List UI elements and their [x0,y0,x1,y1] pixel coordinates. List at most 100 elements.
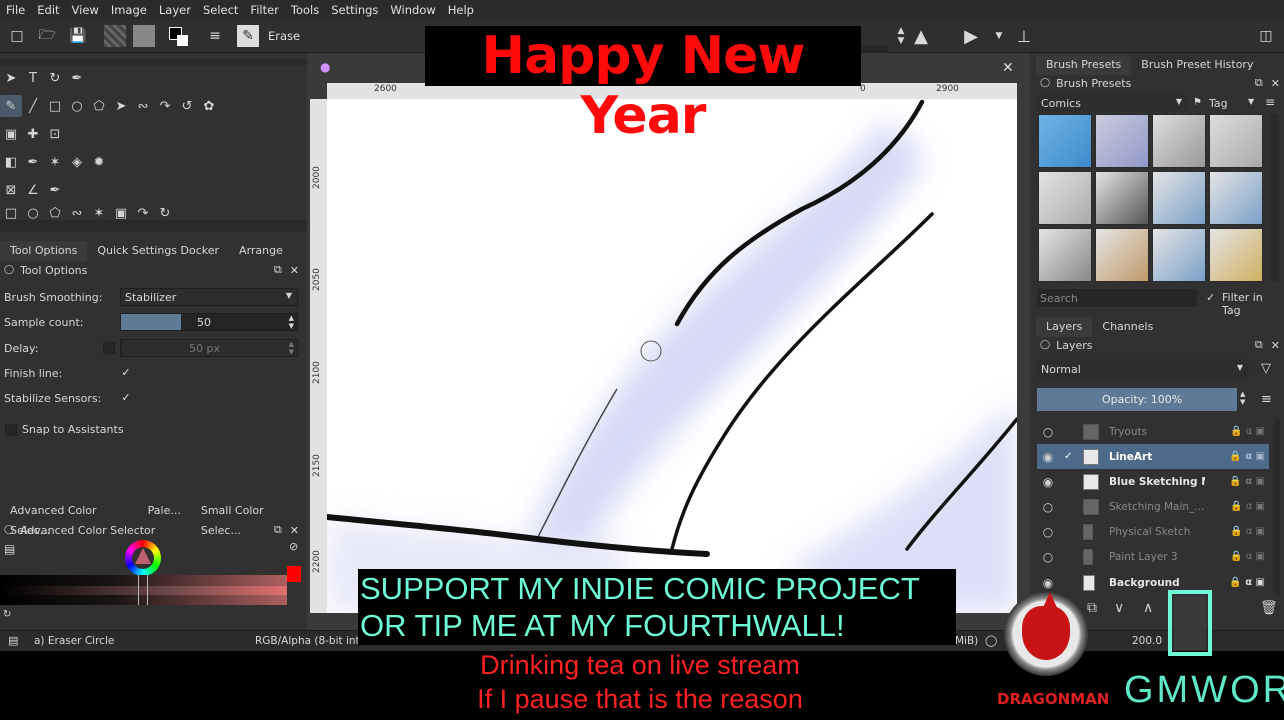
hidden-eye-icon[interactable]: ○ [1037,550,1059,564]
bezier-select-icon[interactable]: ↷ [132,207,154,219]
visible-eye-icon[interactable]: ◉ [1037,576,1059,590]
assistant-tool-icon[interactable]: ⊠ [0,179,22,201]
layer-row[interactable]: ◉ Background 🔒 α ▣ [1037,570,1269,595]
hidden-eye-icon[interactable]: ○ [1037,425,1059,439]
float-docker-icon[interactable]: ⧉ [274,263,282,277]
delay-checkbox[interactable] [103,342,115,354]
tab-small-color[interactable]: Small Color Selec... [191,501,307,537]
enclose-fill-icon[interactable]: ✹ [88,151,110,173]
freehand-brush-icon[interactable]: ✎ [0,95,22,117]
hidden-eye-icon[interactable]: ○ [1037,500,1059,514]
float-docker-icon[interactable]: ⧉ [274,523,282,537]
filter-icon[interactable]: ▽ [1261,361,1271,376]
brush-hatch-tile[interactable] [1152,171,1206,225]
freehand-path-icon[interactable]: ↷ [154,95,176,117]
menu-tools[interactable]: Tools [285,0,325,20]
menu-icon[interactable]: ≡ [1265,95,1275,109]
poly-select-icon[interactable]: ⬠ [44,207,66,219]
blend-mode-select[interactable]: Normal ▼ [1037,359,1249,379]
rectangle-tool-icon[interactable]: □ [44,95,66,117]
rotation-icon[interactable]: ◯ [985,634,997,647]
menu-file[interactable]: File [0,0,31,20]
hidden-eye-icon[interactable]: ○ [1037,525,1059,539]
dynamic-brush-icon[interactable]: ↺ [176,95,198,117]
close-docker-icon[interactable]: ✕ [290,524,299,537]
fg-bg-color-icon[interactable] [167,25,189,47]
chevron-down-icon[interactable]: ▼ [1248,97,1254,106]
opacity-slider[interactable]: Opacity: 100% [1037,388,1237,411]
pattern-swatch-icon[interactable] [133,25,155,47]
workspace-icon[interactable]: ◫ [1255,25,1277,47]
brush-pen-tile[interactable] [1209,228,1263,282]
drawing-canvas[interactable] [327,99,1017,613]
bezier-tool-icon[interactable]: ∾ [132,95,154,117]
brush-marker-tile[interactable] [1095,171,1149,225]
smart-patch-icon[interactable]: ✶ [44,151,66,173]
layers-scrollbar[interactable] [1274,419,1280,595]
tab-brush-history[interactable]: Brush Preset History [1131,55,1263,75]
layer-row[interactable]: ◉ Blue Sketching M... 🔒 α ▣ [1037,469,1269,494]
brush-ink-tile[interactable] [1038,171,1092,225]
stabilize-sensors-checkbox[interactable]: ✓ [120,392,132,404]
delete-layer-icon[interactable]: 🗑 [1260,600,1278,616]
layer-row[interactable]: ○ Tryouts 🔒 α ▣ [1037,419,1269,444]
float-docker-icon[interactable]: ⧉ [1255,76,1263,90]
open-folder-icon[interactable]: 🗁 [36,25,58,47]
layer-row-selected[interactable]: ◉ ✓ LineArt 🔒 α ▣ [1037,444,1269,469]
spin-arrows-icon[interactable]: ▲ ▼ [1240,390,1245,406]
close-docker-icon[interactable]: ✕ [1271,77,1280,90]
select-shapes-icon[interactable]: ➤ [0,67,22,89]
tag-button[interactable]: Tag [1209,97,1228,110]
multibrush-icon[interactable]: ✿ [198,95,220,117]
collapse-icon[interactable]: ◯ [1040,78,1050,88]
crop-tool-icon[interactable]: ⊡ [44,123,66,145]
collapse-icon[interactable]: ◯ [4,265,14,275]
close-docker-icon[interactable]: ✕ [1271,339,1280,352]
close-document-icon[interactable]: ✕ [1002,60,1014,76]
tab-quick-settings[interactable]: Quick Settings Docker [87,241,229,261]
freehand-select-icon[interactable]: ∾ [66,207,88,219]
brush-pencil-blue-tile[interactable] [1095,114,1149,168]
move-down-icon[interactable]: ∨ [1114,600,1124,616]
brush-pencil-blue2-tile[interactable] [1152,228,1206,282]
duplicate-layer-icon[interactable]: ⧉ [1087,600,1097,616]
move-tool-icon[interactable]: ✚ [22,123,44,145]
polygon-tool-icon[interactable]: ⬠ [88,95,110,117]
hue-ring[interactable] [125,540,161,576]
polyline-tool-icon[interactable]: ➤ [110,95,132,117]
brush-settings-icon[interactable]: ≡ [204,25,226,47]
text-tool-icon[interactable]: T [22,67,44,89]
tag-icon[interactable]: ⚑ [1193,97,1202,108]
brush-pencil-tile[interactable] [1038,228,1092,282]
sample-count-slider[interactable]: 50 ▲ ▼ [120,313,298,331]
tag-select[interactable]: Comics ▼ [1037,94,1187,112]
tab-brush-presets[interactable]: Brush Presets [1036,55,1132,75]
visible-eye-icon[interactable]: ◉ [1037,475,1059,489]
current-color-swatch[interactable] [287,566,301,582]
spin-arrows-icon[interactable]: ▲ ▼ [289,314,294,330]
color-picker-icon[interactable]: ✒ [22,151,44,173]
color-cursor[interactable] [138,575,148,605]
float-docker-icon[interactable]: ⧉ [1255,338,1263,352]
color-settings-icon[interactable]: ▤ [4,542,15,556]
menu-icon[interactable]: ≡ [1261,392,1272,407]
mirror-dropdown-icon[interactable]: ▼ [988,25,1010,47]
similar-select-icon[interactable]: ▣ [110,207,132,219]
visible-eye-icon[interactable]: ◉ [1037,450,1059,464]
mirror-horizontal-icon[interactable]: ▲ [910,25,932,47]
magnetic-select-icon[interactable]: ↻ [154,207,176,219]
wrap-around-icon[interactable]: ⊥ [1013,25,1035,47]
line-tool-icon[interactable]: ╱ [22,95,44,117]
reference-tool-icon[interactable]: ✒ [44,179,66,201]
brush-scrollbar[interactable] [1271,114,1279,282]
zoom-level[interactable]: 200.0 [1132,635,1162,647]
menu-window[interactable]: Window [384,0,441,20]
close-docker-icon[interactable]: ✕ [290,264,299,277]
reset-color-icon[interactable]: ⊘ [289,540,298,553]
move-up-icon[interactable]: ∧ [1143,600,1153,616]
brush-soft-tile[interactable] [1209,114,1263,168]
gradient-swatch-icon[interactable] [104,25,126,47]
mirror-vertical-icon[interactable]: ▶ [960,25,982,47]
rect-select-icon[interactable]: □ [0,207,22,219]
tab-advanced-color[interactable]: Advanced Color Selec... [0,501,138,537]
